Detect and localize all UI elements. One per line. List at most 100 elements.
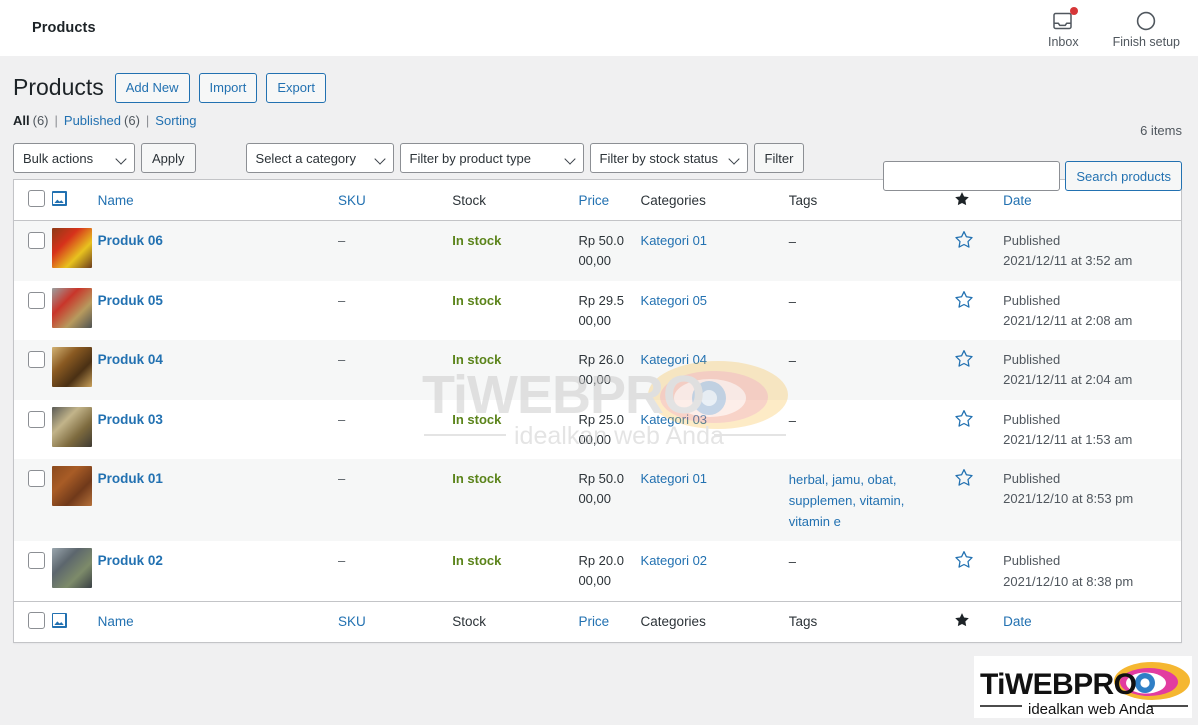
inbox-icon (1052, 6, 1079, 33)
row-price-cell: Rp 25.000,00 (578, 411, 624, 447)
column-header-price[interactable]: Price (578, 179, 641, 221)
column-footer-featured (954, 601, 1004, 643)
star-outline-icon[interactable] (954, 290, 974, 310)
row-price-cell: Rp 26.000,00 (578, 352, 624, 388)
category-link[interactable]: Kategori 01 (641, 233, 708, 248)
column-footer-name[interactable]: Name (97, 601, 339, 643)
category-filter-select[interactable]: Select a category (245, 143, 394, 173)
row-categories-cell: Kategori 02 (641, 541, 789, 601)
product-name-link[interactable]: Produk 04 (98, 352, 163, 367)
export-button[interactable]: Export (266, 73, 326, 103)
product-name-link[interactable]: Produk 06 (98, 233, 163, 248)
status-count-published: (6) (124, 113, 140, 128)
tags-links[interactable]: herbal, jamu, obat, supplemen, vitamin, … (789, 472, 905, 529)
row-select-cell (14, 541, 52, 601)
category-link[interactable]: Kategori 03 (641, 412, 708, 427)
tags-empty: – (788, 554, 797, 570)
row-sku-cell: – (338, 352, 346, 368)
column-header-categories: Categories (640, 179, 789, 221)
column-footer-price[interactable]: Price (578, 601, 641, 643)
row-name-cell: Produk 01 (98, 459, 338, 541)
post-status: Published (1003, 471, 1061, 487)
bulk-actions-select[interactable]: Bulk actions (13, 143, 135, 173)
image-column-header (51, 179, 98, 221)
column-header-stock: Stock (452, 179, 579, 221)
import-button[interactable]: Import (198, 73, 258, 103)
row-sku-cell: – (338, 292, 346, 308)
row-thumbnail-cell (51, 340, 98, 400)
row-select-cell (14, 281, 52, 341)
row-name-cell: Produk 04 (98, 340, 338, 400)
row-name-cell: Produk 06 (98, 221, 338, 281)
product-name-link[interactable]: Produk 01 (98, 471, 163, 486)
row-stock-cell: In stock (452, 340, 578, 400)
row-checkbox[interactable] (28, 291, 45, 309)
column-header-name[interactable]: Name (97, 179, 339, 221)
row-sku-cell: – (338, 233, 346, 248)
row-date-cell: Published 2021/12/11 at 3:52 am (1003, 221, 1181, 281)
select-all-checkbox[interactable] (28, 190, 45, 207)
table-row: Produk 06 – In stock Rp 50.000,00 Kategori 0… (13, 220, 1182, 281)
select-all-checkbox-footer[interactable] (28, 611, 45, 629)
column-header-sku-label: SKU (338, 192, 366, 208)
star-outline-icon[interactable] (954, 230, 974, 250)
star-outline-icon[interactable] (954, 409, 974, 429)
displaying-num: 6 items (1140, 123, 1182, 138)
filter-button[interactable]: Filter (753, 143, 805, 173)
row-categories-cell: Kategori 03 (641, 400, 789, 460)
post-date: 2021/12/11 at 3:52 am (1003, 253, 1133, 269)
row-categories-cell: Kategori 01 (641, 459, 789, 541)
row-stock-cell: In stock (452, 221, 578, 281)
product-name-link[interactable]: Produk 03 (98, 412, 163, 427)
table-row: Produk 03 – In stock Rp 25.000,00 Kategori 0… (13, 399, 1182, 460)
star-outline-icon[interactable] (954, 349, 974, 369)
stock-status-filter-select[interactable]: Filter by stock status (589, 143, 748, 173)
row-checkbox[interactable] (28, 410, 45, 428)
image-column-footer-header (51, 601, 98, 643)
status-link-all[interactable]: All (13, 113, 30, 128)
row-checkbox[interactable] (28, 552, 45, 570)
row-featured-cell (954, 281, 1003, 341)
category-link[interactable]: Kategori 01 (641, 471, 708, 486)
row-price-cell: Rp 50.000,00 (578, 233, 624, 269)
product-type-filter-select[interactable]: Filter by product type (399, 143, 584, 173)
finish-setup-button[interactable]: Finish setup (1113, 7, 1180, 49)
inbox-button[interactable]: Inbox (1048, 6, 1079, 49)
product-name-link[interactable]: Produk 05 (98, 293, 163, 308)
column-header-sku[interactable]: SKU (338, 179, 453, 221)
tags-empty: – (788, 412, 797, 428)
star-outline-icon[interactable] (954, 550, 974, 570)
row-price-cell: Rp 20.000,00 (578, 553, 624, 589)
status-link-sorting[interactable]: Sorting (155, 113, 196, 128)
row-date-cell: Published 2021/12/10 at 8:53 pm (1003, 459, 1181, 541)
row-featured-cell (954, 340, 1003, 400)
row-checkbox[interactable] (28, 351, 45, 369)
tags-empty: – (788, 293, 797, 309)
row-checkbox[interactable] (28, 470, 45, 488)
category-link[interactable]: Kategori 02 (641, 553, 708, 568)
table-body: Produk 06 – In stock Rp 50.000,00 Kategori 0… (13, 220, 1182, 602)
row-categories-cell: Kategori 05 (641, 281, 789, 341)
category-link[interactable]: Kategori 04 (641, 352, 708, 367)
row-date-cell: Published 2021/12/11 at 2:08 am (1003, 281, 1181, 341)
row-sku-cell: – (338, 553, 346, 569)
row-checkbox[interactable] (28, 232, 45, 249)
post-date: 2021/12/10 at 8:38 pm (1003, 573, 1134, 589)
select-all-header (13, 179, 52, 221)
stock-status-badge: In stock (452, 411, 502, 427)
column-footer-sku[interactable]: SKU (338, 601, 453, 643)
site-title[interactable]: Products (32, 20, 96, 36)
category-link[interactable]: Kategori 05 (641, 293, 708, 308)
row-tags-cell: – (789, 400, 954, 460)
add-new-button[interactable]: Add New (114, 73, 190, 103)
post-date: 2021/12/11 at 1:53 am (1003, 431, 1133, 447)
apply-button[interactable]: Apply (141, 143, 196, 173)
product-name-link[interactable]: Produk 02 (98, 553, 163, 568)
status-link-published[interactable]: Published (64, 113, 121, 128)
column-footer-stock: Stock (452, 601, 579, 643)
category-filter-label: Select a category (255, 150, 356, 166)
column-footer-date[interactable]: Date (1003, 601, 1182, 643)
row-featured-cell (954, 221, 1003, 281)
star-outline-icon[interactable] (954, 468, 974, 488)
finish-setup-label: Finish setup (1112, 34, 1180, 49)
